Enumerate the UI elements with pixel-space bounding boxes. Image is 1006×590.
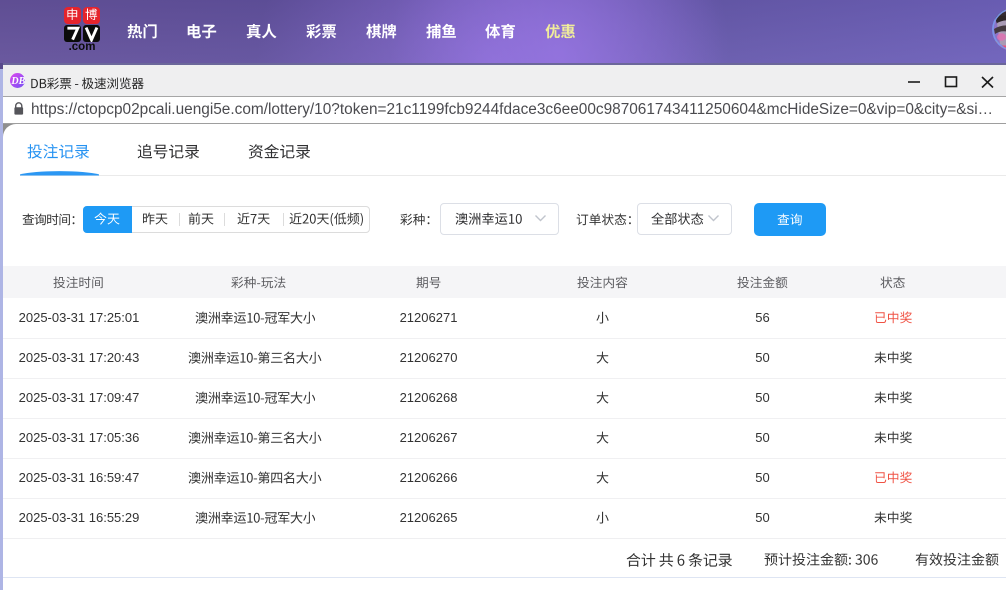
svg-text:DB: DB bbox=[10, 76, 25, 87]
svg-text:.com: .com bbox=[69, 41, 96, 52]
